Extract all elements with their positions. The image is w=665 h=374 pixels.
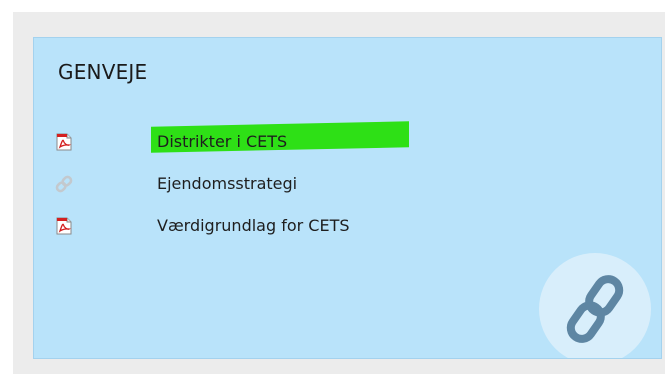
shortcut-item-vaerdigrundlag[interactable]: Værdigrundlag for CETS — [34, 214, 634, 256]
panel-title: GENVEJE — [58, 60, 148, 84]
shortcut-list: Distrikter i CETS Ejendomsstrategi Værdi… — [34, 121, 634, 256]
shortcut-item-distrikter[interactable]: Distrikter i CETS — [34, 121, 634, 172]
shortcut-label: Ejendomsstrategi — [157, 174, 298, 193]
shortcut-label: Værdigrundlag for CETS — [157, 216, 350, 235]
shortcuts-panel: GENVEJE Distrikter i CETS Ejendomsstrate… — [33, 37, 662, 359]
link-icon — [55, 175, 73, 193]
shortcut-item-ejendomsstrategi[interactable]: Ejendomsstrategi — [34, 172, 634, 214]
shortcut-label: Distrikter i CETS — [157, 132, 288, 151]
link-badge — [539, 253, 651, 358]
link-icon — [566, 275, 624, 343]
widget-frame: GENVEJE Distrikter i CETS Ejendomsstrate… — [13, 12, 665, 374]
pdf-icon — [56, 217, 72, 235]
pdf-icon — [56, 133, 72, 151]
